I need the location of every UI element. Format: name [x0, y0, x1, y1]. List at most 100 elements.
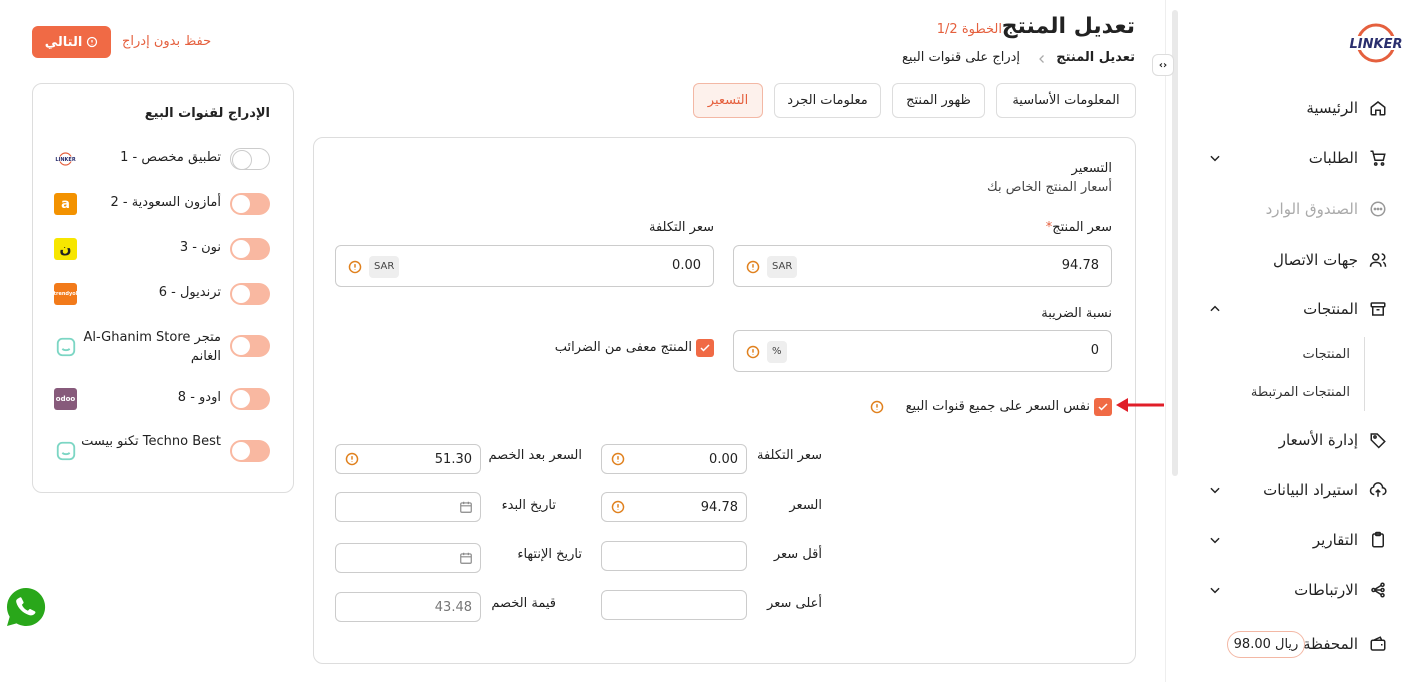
save-without-listing-link[interactable]: حفظ بدون إدراج: [122, 34, 211, 49]
max-price-input[interactable]: [601, 590, 747, 620]
info-icon[interactable]: [746, 345, 760, 359]
nav-label: التقارير: [1312, 531, 1358, 549]
channel-toggle[interactable]: [230, 148, 270, 170]
chevron-down-icon[interactable]: [1208, 583, 1222, 597]
grid-cost-input[interactable]: 0.00: [601, 444, 747, 474]
discounted-price-value: 51.30: [434, 452, 472, 467]
chevron-up-icon[interactable]: [1208, 302, 1222, 316]
tag-icon: [1368, 430, 1388, 450]
toggle-knob: [231, 284, 251, 304]
whatsapp-icon[interactable]: [2, 583, 50, 631]
chevron-down-icon[interactable]: [1208, 483, 1222, 497]
nav-home[interactable]: الرئيسية: [1306, 98, 1388, 118]
nav-reports[interactable]: التقارير: [1313, 530, 1388, 550]
nav-integrations[interactable]: الارتباطات: [1294, 580, 1388, 600]
sidebar-collapse-button[interactable]: ‹›: [1152, 54, 1174, 76]
breadcrumb-next[interactable]: إدراج على قنوات البيع: [902, 50, 1020, 65]
linker-logo-icon: LINKER: [54, 148, 77, 170]
submenu-divider: [1364, 337, 1365, 411]
cost-price-input[interactable]: 0.00 SAR: [335, 245, 714, 287]
wallet-balance-badge: 98.00 ريال: [1227, 631, 1305, 658]
toggle-knob: [231, 389, 251, 409]
calendar-icon[interactable]: [459, 551, 473, 565]
grid-price-input[interactable]: 94.78: [601, 492, 747, 522]
nav-label: الرئيسية: [1306, 99, 1358, 117]
info-circle-icon: [86, 36, 98, 48]
nav-label: إدارة الأسعار: [1278, 431, 1358, 449]
discount-value-input[interactable]: 43.48: [335, 592, 481, 622]
grid-price-label: السعر: [789, 498, 822, 513]
tax-rate-input[interactable]: 0 %: [733, 330, 1112, 372]
toggle-knob: [231, 239, 251, 259]
users-icon: [1368, 250, 1388, 270]
info-icon[interactable]: [345, 452, 359, 466]
nav-data-import[interactable]: استيراد البيانات: [1263, 480, 1388, 500]
tab-product-visibility[interactable]: ظهور المنتج: [892, 83, 985, 118]
nav-products[interactable]: المنتجات: [1303, 299, 1388, 319]
nav-inbox[interactable]: الصندوق الوارد: [1266, 199, 1388, 219]
product-price-input[interactable]: 94.78 SAR: [733, 245, 1112, 287]
tax-rate-label: نسبة الضريبة: [1041, 306, 1112, 321]
share-icon: [1368, 580, 1388, 600]
chevron-down-icon[interactable]: [1208, 533, 1222, 547]
channel-toggle[interactable]: [230, 283, 270, 305]
cart-icon: [1368, 148, 1388, 168]
same-price-checkbox[interactable]: [1094, 398, 1112, 416]
calendar-icon[interactable]: [459, 500, 473, 514]
nav-orders[interactable]: الطلبات: [1309, 148, 1388, 168]
tab-basic-info[interactable]: المعلومات الأساسية: [996, 83, 1136, 118]
nav-wallet[interactable]: المحفظة: [1303, 634, 1388, 654]
sidebar-scrollbar[interactable]: [1172, 10, 1178, 476]
tab-inventory-info[interactable]: معلومات الجرد: [774, 83, 881, 118]
info-icon[interactable]: [348, 260, 362, 274]
channel-toggle[interactable]: [230, 193, 270, 215]
channel-toggle[interactable]: [230, 440, 270, 462]
subnav-products[interactable]: المنتجات: [1302, 347, 1350, 362]
cost-price-value: 0.00: [672, 258, 701, 273]
info-icon[interactable]: [611, 452, 625, 466]
brand-logo[interactable]: LINKER: [1345, 22, 1407, 64]
arrow-annotation-icon: [1114, 397, 1166, 413]
channel-toggle[interactable]: [230, 238, 270, 260]
info-icon[interactable]: [746, 260, 760, 274]
end-date-input[interactable]: [335, 543, 481, 573]
product-price-label-text: سعر المنتج: [1052, 220, 1112, 235]
nav-contacts[interactable]: جهات الاتصال: [1273, 250, 1388, 270]
breadcrumb-current[interactable]: تعديل المنتج: [1056, 50, 1135, 65]
discounted-price-input[interactable]: 51.30: [335, 444, 481, 474]
same-price-label: نفس السعر على جميع قنوات البيع: [905, 399, 1090, 414]
page-title: تعديل المنتج: [1001, 14, 1135, 39]
info-icon[interactable]: [870, 400, 884, 414]
subnav-linked-products[interactable]: المنتجات المرتبطة: [1251, 385, 1350, 400]
min-price-input[interactable]: [601, 541, 747, 571]
nav-label: الطلبات: [1308, 149, 1358, 167]
toggle-knob: [231, 441, 251, 461]
toggle-knob: [231, 336, 251, 356]
chevron-down-icon[interactable]: [1208, 151, 1222, 165]
next-button[interactable]: التالي: [32, 26, 111, 58]
channel-toggle[interactable]: [230, 335, 270, 357]
store-icon: [54, 440, 77, 462]
min-price-label: أقل سعر: [773, 547, 822, 562]
nav-label: جهات الاتصال: [1272, 251, 1358, 269]
tax-exempt-checkbox[interactable]: [696, 339, 714, 357]
nav-price-management[interactable]: إدارة الأسعار: [1279, 430, 1388, 450]
info-icon[interactable]: [611, 500, 625, 514]
channel-name: اودو - 8: [177, 390, 221, 405]
cost-price-label: سعر التكلفة: [649, 220, 714, 235]
toggle-knob: [232, 150, 252, 170]
discount-value-label: قيمة الخصم: [491, 596, 556, 611]
tax-exempt-label: المنتج معفى من الضرائب: [554, 340, 692, 355]
start-date-input[interactable]: [335, 492, 481, 522]
section-title: التسعير: [1071, 161, 1112, 176]
end-date-label: تاريخ الإنتهاء: [517, 547, 582, 562]
channel-toggle[interactable]: [230, 388, 270, 410]
archive-icon: [1368, 299, 1388, 319]
currency-badge: SAR: [369, 256, 400, 278]
grid-cost-label: سعر التكلفة: [757, 448, 822, 463]
clipboard-icon: [1368, 530, 1388, 550]
grid-cost-value: 0.00: [709, 452, 738, 467]
odoo-logo-icon: odoo: [54, 388, 77, 410]
home-icon: [1368, 98, 1388, 118]
tab-pricing[interactable]: التسعير: [693, 83, 763, 118]
